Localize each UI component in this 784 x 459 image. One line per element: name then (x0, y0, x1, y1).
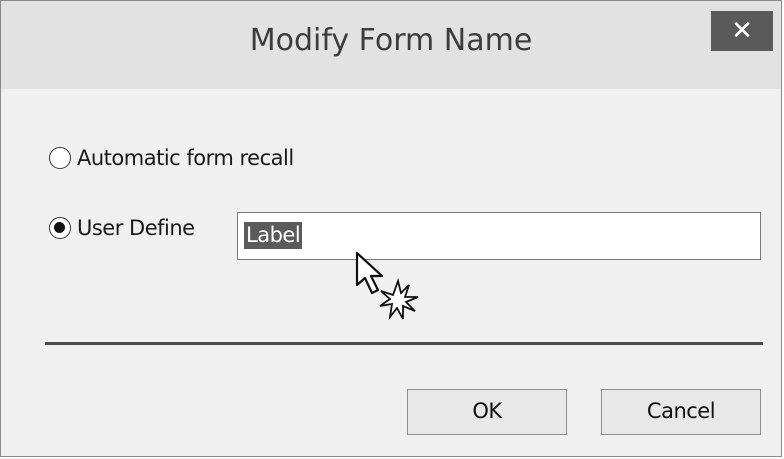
close-icon: ✕ (731, 16, 753, 46)
divider (45, 342, 763, 345)
form-name-value: Label (244, 222, 303, 249)
title-bar: Modify Form Name ✕ (1, 1, 781, 89)
cancel-button[interactable]: Cancel (601, 389, 761, 435)
ok-button[interactable]: OK (407, 389, 567, 435)
automatic-form-recall-radio[interactable] (49, 147, 71, 169)
automatic-form-recall-option[interactable]: Automatic form recall (49, 146, 294, 170)
dialog-content: Automatic form recall User Define Label … (1, 89, 781, 456)
user-define-option[interactable]: User Define (49, 216, 195, 240)
user-define-radio[interactable] (49, 217, 71, 239)
user-define-label: User Define (77, 216, 195, 240)
automatic-form-recall-label: Automatic form recall (77, 146, 294, 170)
dialog-title: Modify Form Name (249, 23, 533, 58)
modify-form-name-dialog: Modify Form Name ✕ Automatic form recall… (0, 0, 782, 457)
close-button[interactable]: ✕ (711, 11, 773, 51)
form-name-input[interactable]: Label (237, 212, 761, 260)
